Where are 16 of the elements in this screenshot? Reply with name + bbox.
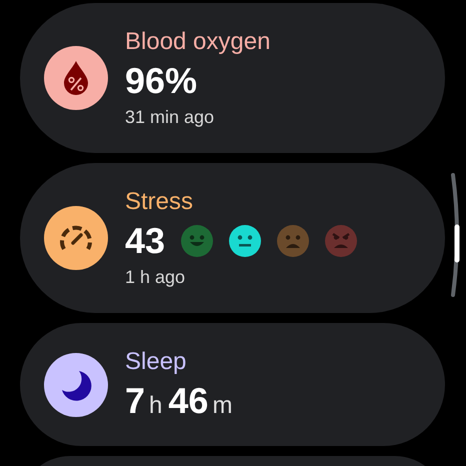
- metric-value: 7: [125, 380, 146, 420]
- gauge-icon: [59, 223, 93, 253]
- percent-drop-icon: [62, 60, 90, 96]
- metric-value: 46: [168, 380, 208, 420]
- metric-value: 43: [125, 220, 166, 262]
- card-title: Stress: [125, 188, 194, 216]
- card-title: Blood oxygen: [125, 28, 270, 56]
- health-card[interactable]: Stress 43 1 h ago: [20, 163, 445, 313]
- card-title: Sleep: [125, 348, 188, 376]
- unit-label: h: [149, 392, 162, 418]
- unit-label: m: [212, 392, 232, 418]
- health-card[interactable]: Blood oxygen 96% 31 min ago: [20, 3, 445, 153]
- health-card[interactable]: Sleep 7 h 46 m: [20, 323, 445, 446]
- time-ago: 1 h ago: [125, 266, 186, 288]
- metric-value: 96%: [125, 60, 198, 102]
- time-ago: 31 min ago: [125, 106, 216, 128]
